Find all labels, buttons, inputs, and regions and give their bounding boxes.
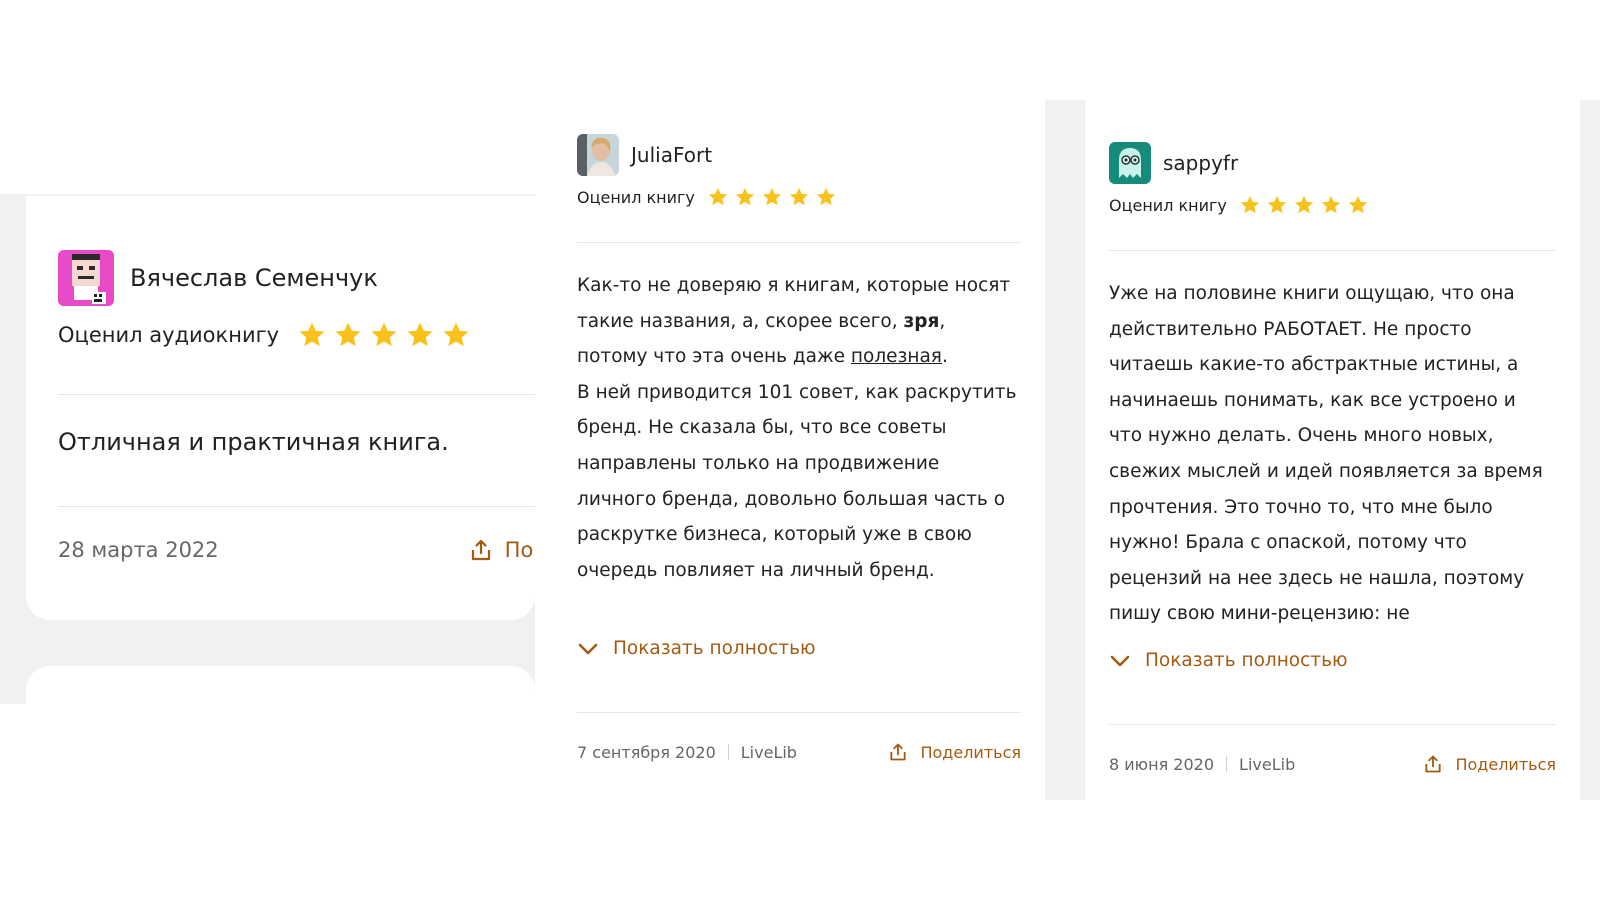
review-text-bold: зря <box>903 310 940 332</box>
review-card-1: Вячеслав Семенчук Оценил аудиокнигу Отли… <box>26 196 535 620</box>
star-icon <box>1321 195 1341 214</box>
show-more-button[interactable]: Показать полностью <box>1109 650 1348 671</box>
review-text-link[interactable]: полезная <box>851 346 942 367</box>
star-rating <box>1239 194 1374 216</box>
star-icon <box>816 187 836 206</box>
divider <box>58 506 535 507</box>
star-icon <box>708 187 728 206</box>
star-rating <box>707 186 842 208</box>
rating-label: Оценил книгу <box>577 187 695 207</box>
avatar-image <box>58 250 114 306</box>
share-label[interactable]: Поделиться <box>1455 755 1556 774</box>
avatar-image <box>1109 142 1151 184</box>
avatar[interactable] <box>577 134 619 176</box>
star-icon <box>335 322 361 347</box>
star-icon <box>1348 195 1368 214</box>
review-text: Отличная и практичная книга. <box>58 428 449 456</box>
username[interactable]: sappyfr <box>1163 151 1238 175</box>
share-label[interactable]: Поделиться <box>920 743 1021 762</box>
divider <box>577 712 1021 713</box>
star-icon <box>371 322 397 347</box>
review-date: 7 сентября 2020 <box>577 742 716 762</box>
show-more-label[interactable]: Показать полностью <box>1145 650 1348 671</box>
divider <box>1109 724 1556 725</box>
review-text-part: . <box>941 346 948 368</box>
show-more-label[interactable]: Показать полностью <box>613 638 816 659</box>
review-author: Вячеслав Семенчук <box>58 250 378 306</box>
username[interactable]: Вячеслав Семенчук <box>130 264 378 292</box>
username[interactable]: JuliaFort <box>631 143 712 167</box>
background-strip-middle <box>1045 100 1085 800</box>
star-icon <box>1240 195 1260 214</box>
star-icon <box>789 187 809 206</box>
chevron-down-icon <box>578 643 598 654</box>
review-source[interactable]: LiveLib <box>1239 755 1295 774</box>
review-card-3: sappyfr Оценил книгу Уже на половине кни… <box>1085 100 1580 800</box>
review-footer: 28 марта 2022 По <box>58 538 535 562</box>
separator <box>727 744 729 760</box>
background-strip-right <box>1580 100 1600 800</box>
review-card-2: JuliaFort Оценил книгу Как-то не доверяю… <box>553 100 1045 792</box>
star-icon <box>735 187 755 206</box>
next-review-card-fragment <box>26 666 535 704</box>
avatar[interactable] <box>1109 142 1151 184</box>
star-icon <box>1294 195 1314 214</box>
review-footer: 7 сентября 2020 LiveLib Поделиться <box>577 742 1021 762</box>
divider <box>58 394 535 395</box>
chevron-down-icon <box>1110 655 1130 666</box>
avatar-image <box>577 134 619 176</box>
rating: Оценил книгу <box>577 186 842 208</box>
star-icon <box>299 322 325 347</box>
separator <box>1226 756 1228 772</box>
divider <box>577 242 1021 243</box>
star-icon <box>407 322 433 347</box>
review-author: JuliaFort <box>577 134 712 176</box>
show-more-button[interactable]: Показать полностью <box>577 638 816 659</box>
share-icon <box>471 539 490 561</box>
share-label[interactable]: По <box>505 538 534 562</box>
review-date: 28 марта 2022 <box>58 538 219 562</box>
share-icon <box>1425 755 1442 773</box>
share-button[interactable]: По <box>469 538 534 562</box>
review-text: Уже на половине книги ощущаю, что она де… <box>1109 283 1543 625</box>
star-icon <box>762 187 782 206</box>
review-footer: 8 июня 2020 LiveLib Поделиться <box>1109 754 1556 774</box>
review-source[interactable]: LiveLib <box>741 743 797 762</box>
avatar[interactable] <box>58 250 114 306</box>
rating-label: Оценил аудиокнигу <box>58 323 280 347</box>
review-author: sappyfr <box>1109 142 1238 184</box>
rating: Оценил аудиокнигу <box>58 320 477 350</box>
star-icon <box>1267 195 1287 214</box>
rating: Оценил книгу <box>1109 194 1374 216</box>
share-icon <box>890 743 907 761</box>
review-date: 8 июня 2020 <box>1109 754 1215 774</box>
divider <box>1109 250 1556 251</box>
share-button[interactable]: Поделиться <box>888 742 1021 762</box>
rating-label: Оценил книгу <box>1109 195 1227 215</box>
review-text-paragraph: В ней приводится 101 совет, как раскрути… <box>577 381 1017 581</box>
share-button[interactable]: Поделиться <box>1423 754 1556 774</box>
star-icon <box>443 322 469 347</box>
star-rating <box>297 320 477 350</box>
review-text: Как-то не доверяю я книгам, которые нося… <box>577 268 1021 588</box>
